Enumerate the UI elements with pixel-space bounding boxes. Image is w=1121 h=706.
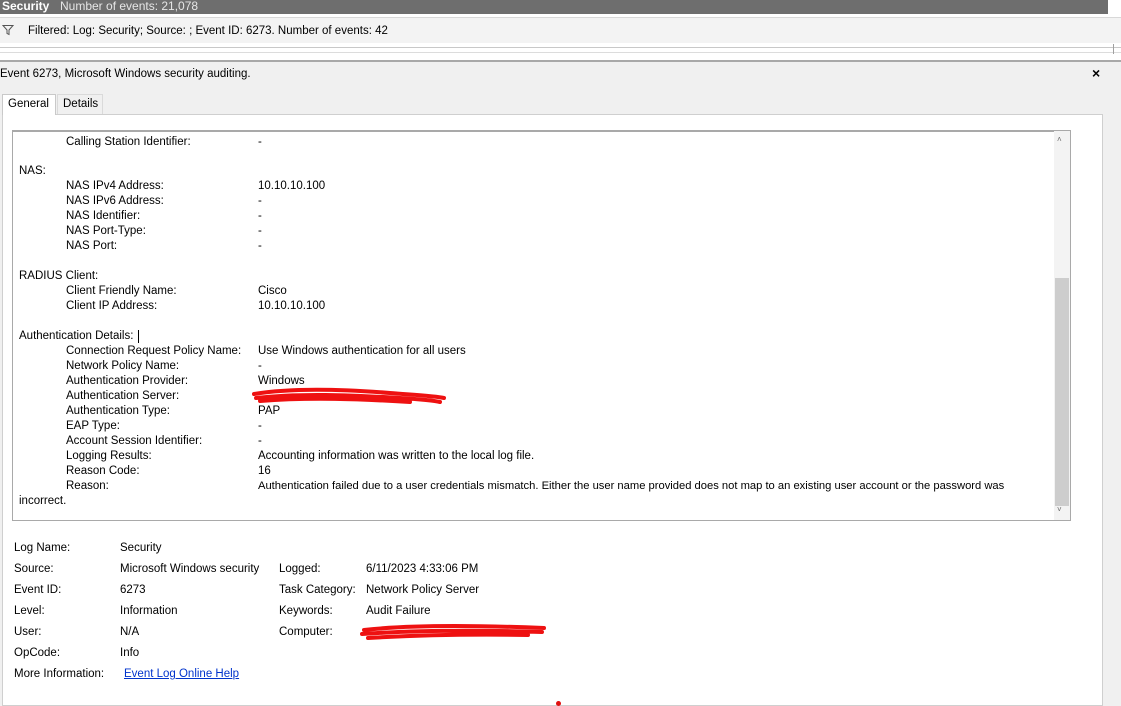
field-key: NAS IPv4 Address: <box>66 180 164 192</box>
meta-label: Logged: <box>279 563 321 575</box>
field-value: Cisco <box>258 285 287 297</box>
field-key: Authentication Provider: <box>66 375 189 387</box>
field-value: Use Windows authentication for all users <box>258 345 466 357</box>
list-divider <box>0 52 1121 53</box>
meta-label: Computer: <box>279 626 333 638</box>
field-key: EAP Type: <box>66 420 120 432</box>
meta-value: 6273 <box>120 584 146 596</box>
meta-label: More Information: <box>14 668 105 680</box>
field-key: Connection Request Policy Name: <box>66 345 242 357</box>
field-key: Reason: <box>66 480 109 492</box>
funnel-icon <box>2 25 14 36</box>
field-value-wrap: incorrect. <box>19 495 67 507</box>
log-title: Security <box>2 0 50 13</box>
title-bar-gap <box>1108 0 1121 14</box>
field-key: NAS Port-Type: <box>66 225 146 237</box>
field-value: - <box>258 225 262 237</box>
redaction-mark <box>252 387 446 404</box>
meta-label: Task Category: <box>279 584 356 596</box>
field-value: Accounting information was written to th… <box>258 450 535 462</box>
tab-general[interactable]: General <box>2 94 56 115</box>
field-value: - <box>258 136 262 148</box>
field-key: Authentication Type: <box>66 405 170 417</box>
meta-value: Info <box>120 647 140 659</box>
event-log-help-link[interactable]: Event Log Online Help <box>124 668 239 680</box>
scrollbar-thumb[interactable] <box>1055 278 1069 506</box>
field-key: Account Session Identifier: <box>66 435 203 447</box>
annotation-dot <box>556 701 561 706</box>
meta-label: OpCode: <box>14 647 61 659</box>
meta-value: 6/11/2023 4:33:06 PM <box>366 563 479 575</box>
field-value: - <box>258 435 262 447</box>
filter-text: Filtered: Log: Security; Source: ; Event… <box>28 25 388 37</box>
event-count: Number of events: 21,078 <box>60 0 199 13</box>
field-key: NAS Port: <box>66 240 118 252</box>
text-caret <box>138 330 139 343</box>
field-key: NAS Identifier: <box>66 210 141 222</box>
event-detail-header: Event 6273, Microsoft Windows security a… <box>0 60 1121 84</box>
field-value: - <box>258 195 262 207</box>
redaction-mark <box>360 623 546 640</box>
event-description-box[interactable] <box>12 130 1071 521</box>
field-key: Authentication Server: <box>66 390 180 402</box>
section-heading: NAS: <box>19 165 46 177</box>
field-value: - <box>258 240 262 252</box>
meta-value: Security <box>120 542 162 554</box>
meta-label: Level: <box>14 605 45 617</box>
description-scrollbar[interactable]: ˄ ˅ <box>1054 131 1070 520</box>
meta-label: Keywords: <box>279 605 333 617</box>
event-detail-title: Event 6273, Microsoft Windows security a… <box>0 68 251 80</box>
field-key: Client IP Address: <box>66 300 158 312</box>
section-heading: Authentication Details: <box>19 330 134 342</box>
field-value: 16 <box>258 465 271 477</box>
field-key: Reason Code: <box>66 465 140 477</box>
field-key: Client Friendly Name: <box>66 285 177 297</box>
meta-label: Event ID: <box>14 584 62 596</box>
meta-label: Log Name: <box>14 542 71 554</box>
field-key: NAS IPv6 Address: <box>66 195 164 207</box>
meta-value: Network Policy Server <box>366 584 480 596</box>
section-heading: RADIUS Client: <box>19 270 99 282</box>
scroll-up-icon[interactable]: ˄ <box>1057 135 1062 144</box>
meta-value: Information <box>120 605 178 617</box>
field-key: Logging Results: <box>66 450 152 462</box>
meta-value: Audit Failure <box>366 605 431 617</box>
field-key: Calling Station Identifier: <box>66 136 191 148</box>
field-value: Authentication failed due to a user cred… <box>258 480 1005 492</box>
field-value: - <box>258 210 262 222</box>
scroll-down-icon[interactable]: ˅ <box>1057 505 1062 514</box>
field-value: 10.10.10.100 <box>258 180 326 192</box>
field-value: 10.10.10.100 <box>258 300 326 312</box>
meta-value: Microsoft Windows security a <box>120 563 262 575</box>
meta-label: User: <box>14 626 42 638</box>
log-title-bar: Security Number of events: 21,078 <box>0 0 1121 14</box>
column-divider[interactable] <box>1113 44 1114 54</box>
filter-bar: Filtered: Log: Security; Source: ; Event… <box>0 17 1121 43</box>
meta-value: N/A <box>120 626 140 638</box>
list-divider <box>0 47 1121 48</box>
field-value: - <box>258 420 262 432</box>
meta-label: Source: <box>14 563 54 575</box>
close-icon[interactable]: × <box>1092 65 1100 81</box>
tab-details[interactable]: Details <box>57 94 103 114</box>
field-key: Network Policy Name: <box>66 360 180 372</box>
field-value: - <box>258 360 262 372</box>
